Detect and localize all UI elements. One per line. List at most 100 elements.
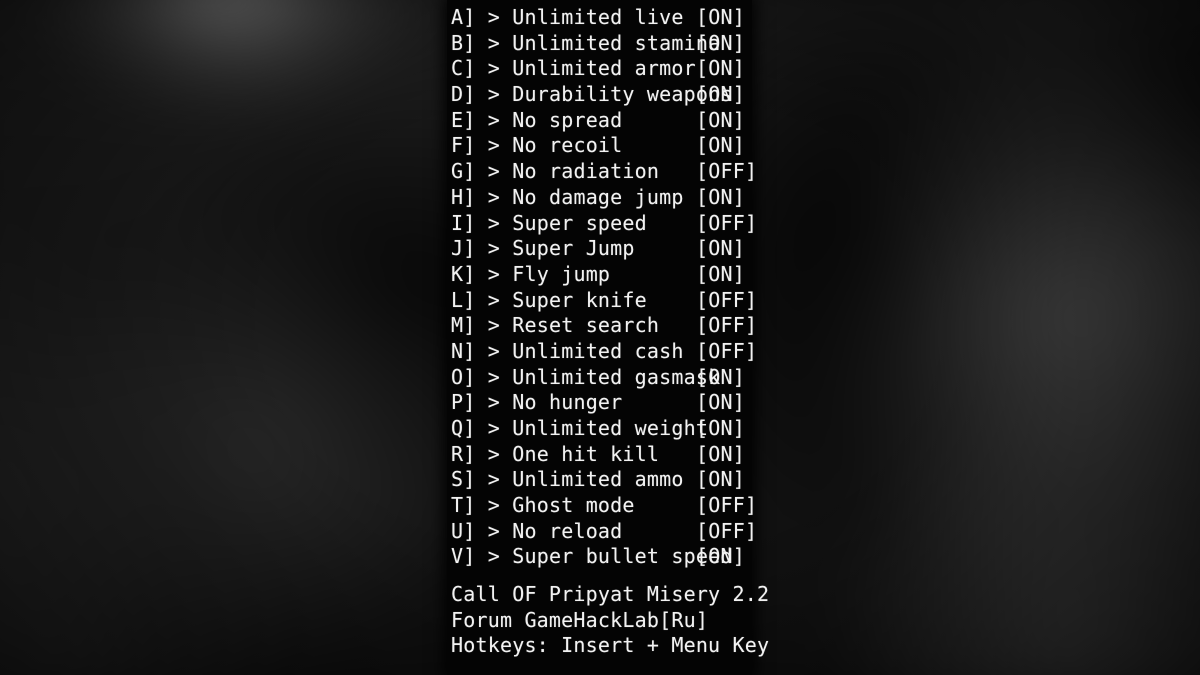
chevron-right-icon: > — [487, 159, 500, 184]
cheat-label: No damage jump — [512, 184, 684, 209]
footer-line: Hotkeys: Insert + Menu Key — [451, 633, 770, 658]
cheat-status-badge[interactable]: [ON] — [696, 185, 745, 211]
cheat-row[interactable]: F] > No recoil [ON] — [451, 133, 752, 159]
cheat-option-list: A] > Unlimited live [ON] B] > Unlimited st… — [451, 5, 757, 570]
footer-line: Forum GameHackLab[Ru] — [451, 607, 709, 632]
cheat-status-badge[interactable]: [ON] — [696, 56, 745, 82]
cheat-status-badge[interactable]: [OFF] — [696, 288, 757, 314]
cheat-hotkey: P — [451, 390, 464, 415]
cheat-row[interactable]: J] > Super Jump [ON] — [451, 236, 752, 262]
cheat-row[interactable]: D] > Durability weapons [ON] — [451, 82, 752, 108]
cheat-label: Ghost mode — [512, 493, 635, 518]
cheat-hotkey: V — [451, 544, 464, 569]
cheat-hotkey: M — [451, 313, 464, 338]
cheat-hotkey: S — [451, 467, 464, 492]
cheat-status-badge[interactable]: [OFF] — [696, 519, 757, 545]
chevron-right-icon: > — [487, 364, 500, 389]
cheat-hotkey: L — [451, 287, 464, 312]
cheat-hotkey-bracket: ] — [463, 493, 476, 518]
cheat-hotkey: A — [451, 5, 464, 29]
cheat-label: Unlimited weight — [512, 416, 709, 440]
cheat-status-badge[interactable]: [ON] — [696, 133, 745, 159]
cheat-hotkey: K — [451, 261, 464, 286]
footer-line: Call OF Pripyat Misery 2.2 — [451, 582, 770, 607]
cheat-status-badge[interactable]: [ON] — [696, 262, 745, 288]
cheat-hotkey-bracket: ] — [463, 544, 476, 569]
cheat-row[interactable]: A] > Unlimited live [ON] — [451, 5, 752, 31]
cheat-hotkey-bracket: ] — [463, 236, 476, 261]
cheat-label: One hit kill — [512, 441, 660, 466]
chevron-right-icon: > — [487, 210, 500, 235]
chevron-right-icon: > — [487, 441, 500, 466]
cheat-label: Unlimited ammo — [512, 467, 684, 492]
cheat-label: Super Jump — [512, 236, 635, 261]
cheat-row[interactable]: T] > Ghost mode [OFF] — [451, 493, 757, 519]
chevron-right-icon: > — [487, 390, 500, 415]
cheat-row[interactable]: G] > No radiation [OFF] — [451, 159, 757, 185]
cheat-row[interactable]: N] > Unlimited cash [OFF] — [451, 338, 757, 365]
cheat-row[interactable]: M] > Reset search [OFF] — [451, 313, 757, 339]
cheat-status-badge[interactable]: [OFF] — [696, 159, 757, 185]
cheat-hotkey-bracket: ] — [463, 56, 476, 81]
cheat-hotkey-bracket: ] — [463, 518, 476, 543]
cheat-status-badge[interactable]: [ON] — [696, 467, 745, 493]
cheat-row[interactable]: V] > Super bullet speed [ON] — [451, 544, 752, 570]
cheat-status-badge[interactable]: [ON] — [696, 544, 745, 570]
chevron-right-icon: > — [487, 544, 500, 569]
cheat-status-badge[interactable]: [ON] — [696, 82, 745, 108]
cheat-row[interactable]: S] > Unlimited ammo [ON] — [451, 467, 752, 493]
chevron-right-icon: > — [487, 236, 500, 261]
cheat-row[interactable]: U] > No reload [OFF] — [451, 518, 757, 545]
cheat-hotkey: G — [451, 159, 464, 184]
cheat-status-badge[interactable]: [ON] — [696, 416, 745, 442]
cheat-row[interactable]: P] > No hunger [ON] — [451, 390, 752, 416]
cheat-row[interactable]: L] > Super knife [OFF] — [451, 287, 757, 314]
cheat-row[interactable]: K] > Fly jump [ON] — [451, 262, 752, 288]
cheat-hotkey-bracket: ] — [463, 467, 476, 492]
chevron-right-icon: > — [487, 5, 500, 29]
cheat-row[interactable]: C] > Unlimited armor [ON] — [451, 56, 752, 82]
cheat-row[interactable]: O] > Unlimited gasmask [ON] — [451, 365, 752, 391]
cheat-hotkey-bracket: ] — [463, 313, 476, 338]
cheat-row[interactable]: H] > No damage jump [ON] — [451, 185, 752, 211]
cheat-hotkey: B — [451, 30, 464, 55]
trainer-screen: A] > Unlimited live [ON] B] > Unlimited st… — [0, 0, 1200, 675]
cheat-row[interactable]: I] > Super speed [OFF] — [451, 210, 757, 237]
cheat-status-badge[interactable]: [ON] — [696, 390, 745, 416]
cheat-hotkey: E — [451, 107, 464, 132]
cheat-hotkey: Q — [451, 416, 464, 440]
cheat-status-badge[interactable]: [ON] — [696, 365, 745, 391]
cheat-label: Unlimited live — [512, 5, 684, 29]
cheat-label: Unlimited stamina — [512, 30, 721, 55]
cheat-status-badge[interactable]: [ON] — [696, 236, 745, 262]
cheat-row[interactable]: R] > One hit kill [ON] — [451, 442, 752, 468]
cheat-label: Fly jump — [512, 261, 611, 286]
cheat-row[interactable]: Q] > Unlimited weight [ON] — [451, 416, 752, 442]
cheat-status-badge[interactable]: [ON] — [696, 108, 745, 134]
cheat-label: No reload — [512, 518, 623, 543]
cheat-row[interactable]: B] > Unlimited stamina [ON] — [451, 31, 752, 57]
cheat-status-badge[interactable]: [OFF] — [696, 493, 757, 519]
cheat-hotkey-bracket: ] — [463, 261, 476, 286]
trainer-footer: Call OF Pripyat Misery 2.2 Forum GameHack… — [451, 582, 770, 659]
cheat-status-badge[interactable]: [OFF] — [696, 339, 757, 365]
chevron-right-icon: > — [487, 261, 500, 286]
cheat-status-badge[interactable]: [ON] — [696, 31, 745, 57]
cheat-status-badge[interactable]: [OFF] — [696, 313, 757, 339]
cheat-status-badge[interactable]: [OFF] — [696, 211, 757, 237]
cheat-status-badge[interactable]: [ON] — [696, 442, 745, 468]
chevron-right-icon: > — [487, 82, 500, 107]
chevron-right-icon: > — [487, 493, 500, 518]
chevron-right-icon: > — [487, 313, 500, 338]
cheat-hotkey-bracket: ] — [463, 210, 476, 235]
cheat-status-badge[interactable]: [ON] — [696, 5, 745, 31]
chevron-right-icon: > — [487, 287, 500, 312]
cheat-label: Unlimited armor — [512, 56, 696, 81]
cheat-label: Reset search — [512, 313, 660, 338]
cheat-row[interactable]: E] > No spread [ON] — [451, 108, 752, 134]
cheat-hotkey-bracket: ] — [463, 184, 476, 209]
chevron-right-icon: > — [487, 30, 500, 55]
cheat-hotkey: N — [451, 338, 464, 363]
cheat-hotkey: R — [451, 441, 464, 466]
cheat-label: No recoil — [512, 133, 623, 158]
